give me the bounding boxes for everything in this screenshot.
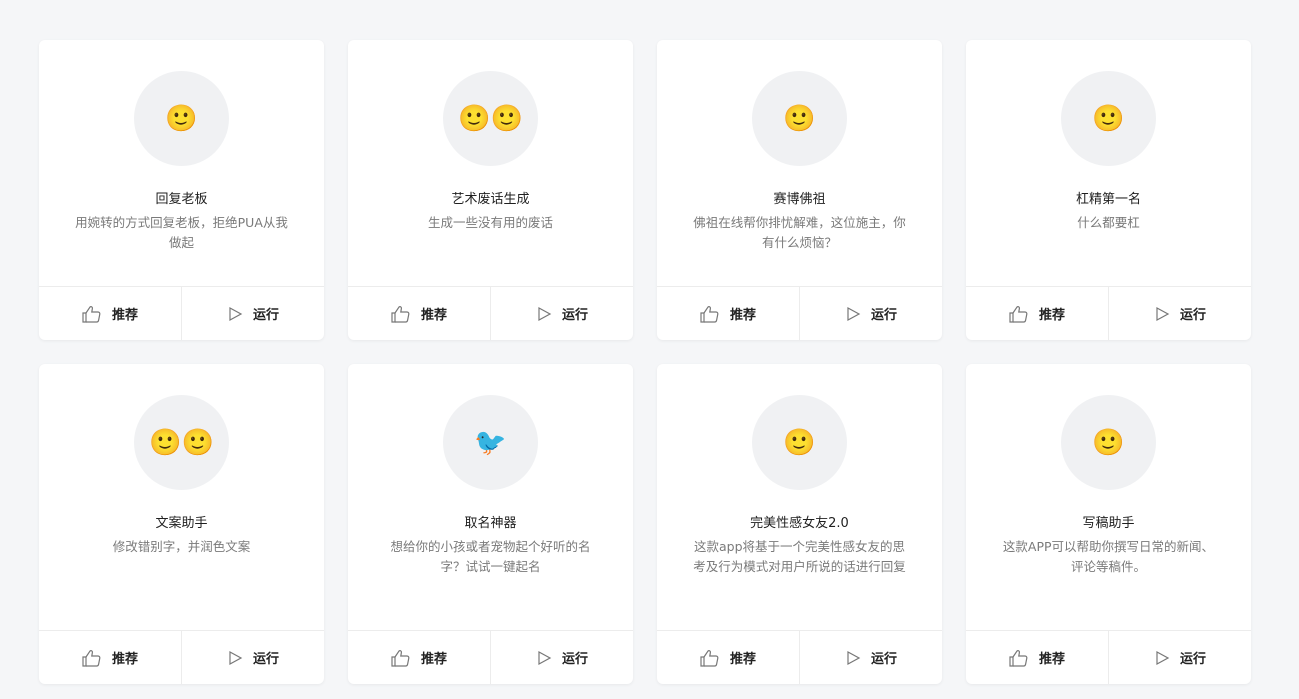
- recommend-label: 推荐: [111, 652, 138, 667]
- run-button[interactable]: 运行: [799, 631, 942, 684]
- card-actions: 推荐 运行: [348, 630, 633, 684]
- app-title: 写稿助手: [1082, 516, 1135, 531]
- recommend-label: 推荐: [729, 308, 756, 323]
- card-actions: 推荐 运行: [966, 630, 1251, 684]
- thumbs-up-icon: [700, 649, 720, 667]
- app-avatar-icon: 🙂: [1061, 395, 1156, 490]
- app-description: 佛祖在线帮你排忧解难，这位施主，你有什么烦恼？: [693, 215, 906, 250]
- run-label: 运行: [252, 652, 279, 667]
- app-card[interactable]: 🙂 写稿助手 这款APP可以帮助你撰写日常的新闻、评论等稿件。 推荐 运行: [966, 364, 1251, 684]
- app-title: 文案助手: [155, 516, 208, 531]
- recommend-button[interactable]: 推荐: [39, 287, 181, 340]
- thumbs-up-icon: [391, 305, 411, 323]
- run-label: 运行: [870, 308, 897, 323]
- thumbs-up-icon: [1009, 305, 1029, 323]
- recommend-button[interactable]: 推荐: [657, 287, 799, 340]
- recommend-label: 推荐: [420, 652, 447, 667]
- app-avatar-icon: 🙂🙂: [134, 395, 229, 490]
- thumbs-up-icon: [1009, 649, 1029, 667]
- app-avatar-icon: 🙂: [1061, 71, 1156, 166]
- thumbs-up-icon: [391, 649, 411, 667]
- run-button[interactable]: 运行: [181, 631, 324, 684]
- play-icon: [845, 650, 861, 666]
- run-label: 运行: [1179, 652, 1206, 667]
- recommend-button[interactable]: 推荐: [657, 631, 799, 684]
- run-button[interactable]: 运行: [181, 287, 324, 340]
- run-button[interactable]: 运行: [1108, 631, 1251, 684]
- app-description: 什么都要杠: [1077, 215, 1140, 230]
- card-body: 🐦 取名神器 想给你的小孩或者宠物起个好听的名字？试试一键起名: [348, 364, 633, 630]
- recommend-button[interactable]: 推荐: [348, 631, 490, 684]
- app-card[interactable]: 🙂 杠精第一名 什么都要杠 推荐 运行: [966, 40, 1251, 340]
- run-button[interactable]: 运行: [799, 287, 942, 340]
- run-button[interactable]: 运行: [1108, 287, 1251, 340]
- app-title: 回复老板: [155, 192, 208, 207]
- app-avatar-icon: 🙂: [752, 395, 847, 490]
- app-title: 完美性感女友2.0: [750, 516, 849, 531]
- run-button[interactable]: 运行: [490, 631, 633, 684]
- card-actions: 推荐 运行: [348, 286, 633, 340]
- recommend-label: 推荐: [1038, 308, 1065, 323]
- play-icon: [536, 650, 552, 666]
- recommend-label: 推荐: [1038, 652, 1065, 667]
- recommend-button[interactable]: 推荐: [39, 631, 181, 684]
- card-body: 🙂 回复老板 用婉转的方式回复老板，拒绝PUA从我做起: [39, 40, 324, 286]
- app-title: 杠精第一名: [1075, 192, 1141, 207]
- app-avatar-icon: 🐦: [443, 395, 538, 490]
- app-description: 生成一些没有用的废话: [427, 215, 553, 230]
- thumbs-up-icon: [700, 305, 720, 323]
- app-avatar-icon: 🙂: [134, 71, 229, 166]
- app-card[interactable]: 🙂 赛博佛祖 佛祖在线帮你排忧解难，这位施主，你有什么烦恼？ 推荐 运行: [657, 40, 942, 340]
- recommend-label: 推荐: [420, 308, 447, 323]
- app-description: 这款APP可以帮助你撰写日常的新闻、评论等稿件。: [1002, 539, 1215, 574]
- card-actions: 推荐 运行: [966, 286, 1251, 340]
- app-card[interactable]: 🙂 完美性感女友2.0 这款app将基于一个完美性感女友的思考及行为模式对用户所…: [657, 364, 942, 684]
- recommend-label: 推荐: [111, 308, 138, 323]
- app-title: 赛博佛祖: [773, 192, 826, 207]
- card-body: 🙂 完美性感女友2.0 这款app将基于一个完美性感女友的思考及行为模式对用户所…: [657, 364, 942, 630]
- card-body: 🙂 杠精第一名 什么都要杠: [966, 40, 1251, 286]
- run-label: 运行: [1179, 308, 1206, 323]
- play-icon: [227, 306, 243, 322]
- card-actions: 推荐 运行: [39, 286, 324, 340]
- app-avatar-icon: 🙂🙂: [443, 71, 538, 166]
- app-description: 修改错别字，并润色文案: [112, 539, 251, 554]
- run-label: 运行: [870, 652, 897, 667]
- app-description: 用婉转的方式回复老板，拒绝PUA从我做起: [75, 215, 288, 250]
- run-label: 运行: [561, 652, 588, 667]
- app-card[interactable]: 🐦 取名神器 想给你的小孩或者宠物起个好听的名字？试试一键起名 推荐 运行: [348, 364, 633, 684]
- play-icon: [227, 650, 243, 666]
- recommend-button[interactable]: 推荐: [966, 287, 1108, 340]
- app-card[interactable]: 🙂 回复老板 用婉转的方式回复老板，拒绝PUA从我做起 推荐 运行: [39, 40, 324, 340]
- thumbs-up-icon: [82, 305, 102, 323]
- play-icon: [845, 306, 861, 322]
- recommend-button[interactable]: 推荐: [348, 287, 490, 340]
- run-button[interactable]: 运行: [490, 287, 633, 340]
- thumbs-up-icon: [82, 649, 102, 667]
- card-body: 🙂🙂 文案助手 修改错别字，并润色文案: [39, 364, 324, 630]
- app-card[interactable]: 🙂🙂 文案助手 修改错别字，并润色文案 推荐 运行: [39, 364, 324, 684]
- recommend-label: 推荐: [729, 652, 756, 667]
- app-card-grid: 🙂 回复老板 用婉转的方式回复老板，拒绝PUA从我做起 推荐 运行 🙂🙂 艺术废…: [39, 40, 1251, 684]
- card-actions: 推荐 运行: [39, 630, 324, 684]
- play-icon: [1154, 650, 1170, 666]
- card-body: 🙂 赛博佛祖 佛祖在线帮你排忧解难，这位施主，你有什么烦恼？: [657, 40, 942, 286]
- run-label: 运行: [252, 308, 279, 323]
- app-title: 艺术废话生成: [451, 192, 530, 207]
- app-title: 取名神器: [464, 516, 517, 531]
- play-icon: [536, 306, 552, 322]
- card-body: 🙂🙂 艺术废话生成 生成一些没有用的废话: [348, 40, 633, 286]
- card-actions: 推荐 运行: [657, 286, 942, 340]
- run-label: 运行: [561, 308, 588, 323]
- play-icon: [1154, 306, 1170, 322]
- recommend-button[interactable]: 推荐: [966, 631, 1108, 684]
- app-avatar-icon: 🙂: [752, 71, 847, 166]
- app-description: 想给你的小孩或者宠物起个好听的名字？试试一键起名: [390, 539, 591, 574]
- app-card[interactable]: 🙂🙂 艺术废话生成 生成一些没有用的废话 推荐 运行: [348, 40, 633, 340]
- card-actions: 推荐 运行: [657, 630, 942, 684]
- card-body: 🙂 写稿助手 这款APP可以帮助你撰写日常的新闻、评论等稿件。: [966, 364, 1251, 630]
- app-description: 这款app将基于一个完美性感女友的思考及行为模式对用户所说的话进行回复: [693, 539, 906, 574]
